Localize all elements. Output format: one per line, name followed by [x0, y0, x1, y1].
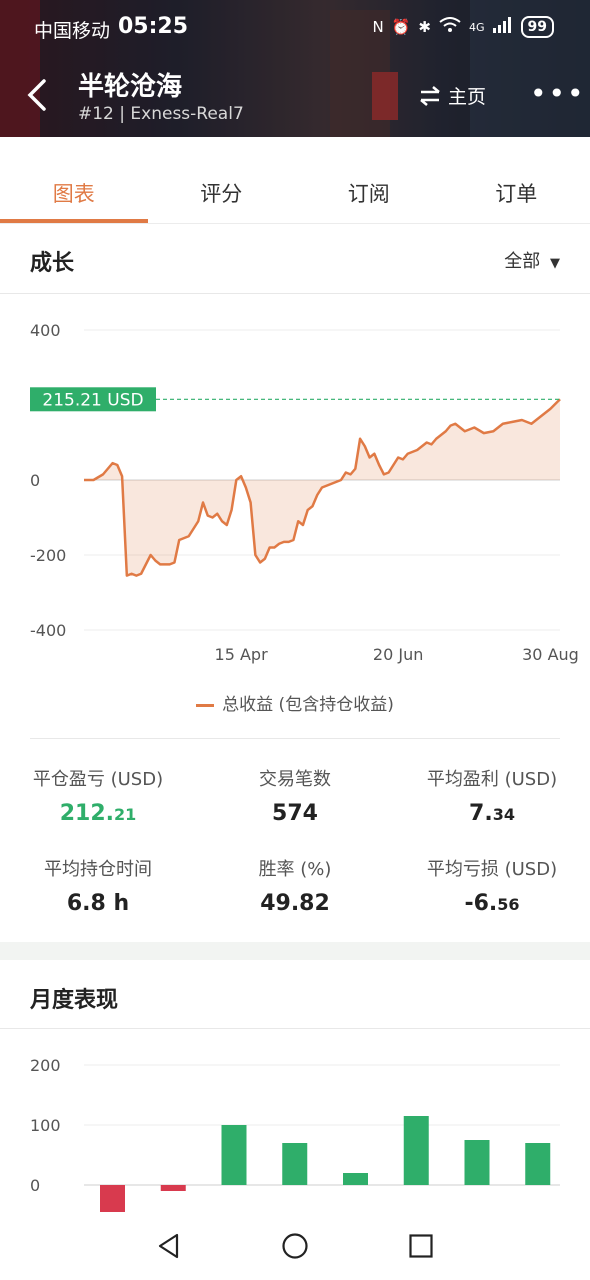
bar-negative [160, 1185, 186, 1191]
nav-recents-icon[interactable] [407, 1232, 435, 1260]
growth-chart: 400 0 -200 -400 15 Apr 20 Jun 30 Aug 215.21 USD [0, 300, 590, 680]
battery-icon: 99 [520, 16, 554, 38]
signal-icon [492, 17, 513, 37]
stat-avg-loss: 平均亏损 (USD) -6.56 [394, 855, 590, 916]
caret-down-icon: ▼ [550, 256, 560, 271]
tab-subscribe[interactable]: 订阅 [295, 140, 443, 223]
stat-value: -6.56 [464, 891, 520, 916]
divider [30, 738, 560, 739]
bar-positive [343, 1173, 368, 1185]
y-tick-label: -400 [30, 621, 66, 640]
network-type: 4G [468, 20, 485, 34]
stat-avg-profit: 平均盈利 (USD) 7.34 [394, 765, 590, 826]
more-icon: ••• [530, 77, 586, 110]
tab-rating[interactable]: 评分 [148, 140, 296, 223]
x-tick-label: 15 Apr [215, 645, 269, 664]
stat-value: 574 [272, 801, 318, 826]
tab-chart[interactable]: 图表 [0, 140, 148, 223]
monthly-chart: 200 100 0 [0, 1050, 590, 1220]
bar-positive [282, 1143, 308, 1185]
current-value-label: 215.21 USD [42, 390, 143, 410]
more-menu-button[interactable]: ••• [530, 80, 586, 108]
stat-win-rate: 胜率 (%) 49.82 [197, 855, 393, 916]
chart-legend: 总收益 (包含持仓收益) [0, 690, 590, 715]
legend-label: 总收益 (包含持仓收益) [222, 695, 394, 715]
stat-label: 胜率 (%) [258, 859, 332, 880]
bar-positive [221, 1125, 247, 1185]
home-button-label: 主页 [448, 86, 487, 108]
monthly-chart-svg: 200 100 0 [30, 1056, 560, 1217]
growth-title: 成长 [30, 251, 75, 276]
alarm-icon: ⏰ [391, 18, 411, 36]
y-tick-label: 0 [30, 1176, 40, 1195]
nav-back-icon[interactable] [155, 1232, 183, 1260]
stat-label: 交易笔数 [259, 769, 331, 790]
y-tick-label: 100 [30, 1116, 61, 1135]
section-separator [0, 942, 590, 960]
carrier-name: 中国移动 [34, 20, 111, 42]
bluetooth-icon: ✱ [418, 18, 431, 36]
range-filter-dropdown[interactable]: 全部 ▼ [504, 247, 560, 273]
clock: 05:25 [118, 14, 189, 39]
page-title: 半轮沧海 [78, 72, 183, 102]
wifi-icon [439, 17, 461, 37]
stat-label: 平均持仓时间 [44, 859, 152, 880]
bar-positive [403, 1116, 429, 1185]
range-filter-value: 全部 [504, 251, 541, 272]
x-tick-label: 30 Aug [522, 645, 579, 664]
monthly-title: 月度表现 [30, 988, 119, 1013]
swap-icon [420, 85, 440, 106]
status-bar: 中国移动 05:25 N ⏰ ✱ 4G 99 [0, 14, 590, 44]
stat-value: 6.8 h [66, 891, 130, 916]
account-subtitle: #12 | Exness-Real7 [78, 104, 244, 124]
stat-closed-pnl: 平仓盈亏 (USD) 212.21 [0, 765, 196, 826]
status-icons: N ⏰ ✱ 4G 99 [372, 16, 554, 38]
bar-positive [464, 1140, 490, 1185]
y-tick-label: 200 [30, 1056, 61, 1075]
nfc-icon: N [372, 18, 384, 36]
growth-chart-svg: 400 0 -200 -400 15 Apr 20 Jun 30 Aug 215.21 USD [30, 321, 579, 664]
chevron-left-icon [27, 79, 46, 111]
stat-value: 49.82 [260, 891, 330, 916]
stat-label: 平仓盈亏 (USD) [32, 769, 164, 790]
stat-value: 212.21 [59, 801, 137, 826]
legend-swatch [196, 703, 215, 707]
y-tick-label: -200 [30, 546, 66, 565]
tab-bar: 图表 评分 订阅 订单 [0, 140, 590, 224]
stat-label: 平均盈利 (USD) [426, 769, 558, 790]
stat-trade-count: 交易笔数 574 [197, 765, 393, 826]
divider [0, 1028, 590, 1029]
x-tick-label: 20 Jun [373, 645, 423, 664]
system-nav-bar [0, 1212, 590, 1280]
y-tick-label: 400 [30, 321, 61, 340]
stat-label: 平均亏损 (USD) [426, 859, 558, 880]
y-tick-label: 0 [30, 471, 40, 490]
tab-orders[interactable]: 订单 [443, 140, 590, 223]
bar-positive [525, 1143, 551, 1185]
nav-home-icon[interactable] [281, 1232, 309, 1260]
stat-avg-hold-time: 平均持仓时间 6.8 h [0, 855, 196, 916]
home-button[interactable]: 主页 [418, 82, 486, 109]
back-button[interactable] [24, 78, 54, 112]
stat-value: 7.34 [469, 801, 515, 826]
divider [0, 293, 590, 294]
